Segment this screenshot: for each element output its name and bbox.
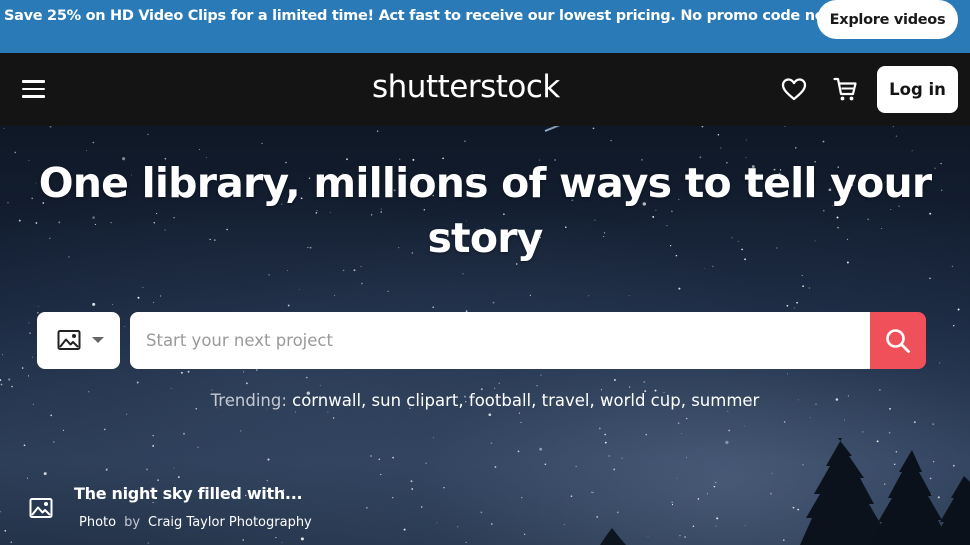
trending-link[interactable]: summer <box>691 391 759 410</box>
promo-banner: Save 25% on HD Video Clips for a limited… <box>0 0 970 53</box>
image-icon <box>57 330 81 350</box>
image-credit-line: Photo by Craig Taylor Photography <box>79 515 312 530</box>
image-credit-author[interactable]: Craig Taylor Photography <box>148 515 312 530</box>
login-button[interactable]: Log in <box>877 66 958 113</box>
trending-link[interactable]: travel <box>542 391 590 410</box>
trending-link[interactable]: sun clipart <box>372 391 459 410</box>
image-icon <box>29 498 53 518</box>
chevron-down-icon <box>92 337 104 343</box>
hero-section: One library, millions of ways to tell yo… <box>0 126 970 545</box>
image-credit-title[interactable]: The night sky filled with... <box>74 484 303 503</box>
image-credit-by: by <box>124 515 141 530</box>
trending-searches: Trending: cornwall, sun clipart, footbal… <box>210 391 760 410</box>
hero-headline: One library, millions of ways to tell yo… <box>38 159 932 262</box>
site-header: shutterstock Log in <box>0 53 970 126</box>
search-input[interactable] <box>146 312 856 369</box>
search-type-dropdown[interactable] <box>37 312 120 369</box>
explore-videos-button[interactable]: Explore videos <box>817 0 958 39</box>
search-box <box>130 312 871 369</box>
trending-link[interactable]: world cup <box>600 391 681 410</box>
promo-text: Save 25% on HD Video Clips for a limited… <box>4 8 869 24</box>
image-credit-type: Photo <box>79 515 117 530</box>
shutterstock-logo[interactable]: shutterstock <box>372 69 560 105</box>
trending-link[interactable]: football <box>469 391 531 410</box>
hamburger-menu-icon[interactable] <box>22 80 45 98</box>
cart-icon[interactable] <box>833 76 857 102</box>
search-icon <box>886 328 910 353</box>
heart-icon[interactable] <box>781 77 807 101</box>
search-button[interactable] <box>870 312 926 369</box>
trending-link[interactable]: cornwall <box>292 391 361 410</box>
trending-label: Trending: <box>210 391 287 410</box>
logo-text: shutterstock <box>372 69 560 105</box>
